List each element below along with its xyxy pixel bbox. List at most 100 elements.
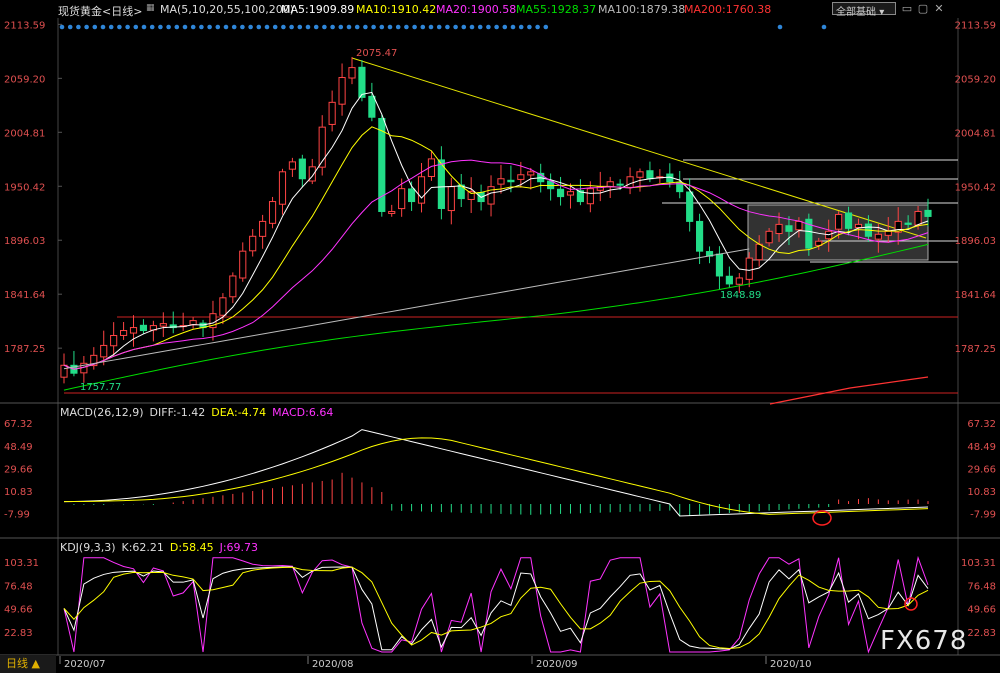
event-dot bbox=[387, 24, 393, 30]
candle bbox=[60, 364, 68, 378]
event-dot bbox=[518, 24, 524, 30]
kdj-header: KDJ(9,3,3) K:62.21 D:58.45 J:69.73 bbox=[60, 541, 259, 554]
instrument-title: 现货黄金<日线> bbox=[58, 5, 143, 18]
timeframe-tab[interactable]: 日线 ▲ bbox=[0, 655, 56, 673]
event-dot bbox=[535, 24, 540, 30]
candle bbox=[239, 250, 247, 279]
indicator-dropdown[interactable]: 全部基础 ▾ bbox=[832, 2, 896, 18]
event-dot bbox=[100, 24, 106, 30]
ma20-value: MA20:1900.58 bbox=[436, 3, 517, 16]
event-dot bbox=[215, 24, 221, 30]
candle bbox=[904, 222, 912, 225]
kdj-tick-left: 22.83 bbox=[4, 628, 33, 639]
event-dot bbox=[67, 24, 73, 30]
date-label: 2020/09 bbox=[536, 659, 578, 670]
event-dot bbox=[420, 24, 426, 30]
event-dot bbox=[174, 24, 180, 30]
event-dot bbox=[346, 24, 352, 30]
event-dot bbox=[777, 24, 783, 30]
event-dot bbox=[182, 24, 188, 30]
candle bbox=[755, 243, 763, 261]
event-dot bbox=[354, 24, 360, 30]
candle bbox=[745, 257, 753, 280]
minimize-icon[interactable]: ▭ bbox=[900, 2, 914, 15]
event-dot bbox=[322, 24, 327, 30]
chart-canvas: 2113.59 2113.59 2059.20 2059.20 2004.81 2004.… bbox=[0, 18, 1000, 670]
event-dot bbox=[477, 24, 483, 30]
kdj-tick-left: 76.48 bbox=[4, 581, 33, 592]
trendline-yellow bbox=[351, 57, 927, 239]
maximize-icon[interactable]: ▢ bbox=[916, 2, 930, 15]
price-tick-left: 1896.03 bbox=[4, 236, 45, 247]
ma200-line bbox=[769, 376, 929, 405]
macd-tick-right: 29.66 bbox=[967, 464, 996, 475]
candle bbox=[715, 253, 724, 277]
event-dot bbox=[133, 24, 139, 30]
candle bbox=[636, 171, 644, 178]
candle bbox=[874, 233, 882, 240]
kdj-tick-right: 22.83 bbox=[967, 628, 996, 639]
event-dot bbox=[510, 24, 516, 30]
candle bbox=[795, 220, 803, 231]
candle bbox=[388, 210, 396, 214]
kdj-tick-left: 103.31 bbox=[4, 558, 39, 569]
price-tick-right: 1787.25 bbox=[955, 344, 996, 355]
ma200-value: MA200:1760.38 bbox=[684, 3, 772, 16]
candle bbox=[775, 223, 783, 235]
candle bbox=[338, 77, 346, 105]
event-dot bbox=[445, 24, 450, 30]
event-dot bbox=[527, 24, 532, 30]
macd-diff: DIFF:-1.42 bbox=[149, 406, 206, 419]
event-dot bbox=[486, 24, 491, 30]
price-tick-right: 1896.03 bbox=[955, 236, 996, 247]
macd-tick-left: 48.49 bbox=[4, 442, 33, 453]
price-tick-left: 1950.42 bbox=[4, 182, 45, 193]
macd-value: MACD:6.64 bbox=[272, 406, 334, 419]
event-dot bbox=[412, 24, 417, 30]
event-dot bbox=[256, 24, 262, 30]
event-dot bbox=[240, 24, 245, 30]
event-dot bbox=[248, 24, 253, 30]
event-dot bbox=[92, 24, 98, 30]
macd-tick-left: -7.99 bbox=[4, 510, 30, 521]
candle bbox=[447, 186, 455, 212]
event-dot bbox=[158, 24, 163, 30]
candle bbox=[844, 212, 853, 229]
macd-tick-left: 67.32 bbox=[4, 419, 33, 430]
event-dot bbox=[149, 24, 155, 30]
candle bbox=[686, 191, 694, 222]
kdj-j: J:69.73 bbox=[219, 541, 259, 554]
event-dot bbox=[371, 24, 376, 30]
candle bbox=[735, 277, 743, 285]
candle bbox=[229, 275, 237, 298]
kdj-j-line bbox=[63, 555, 929, 654]
candle bbox=[110, 335, 118, 347]
close-icon[interactable]: ✕ bbox=[932, 2, 946, 15]
event-dot bbox=[199, 24, 204, 30]
candle bbox=[358, 66, 366, 98]
price-tick-right: 2059.20 bbox=[955, 74, 996, 85]
event-dot bbox=[166, 24, 171, 30]
macd-cross-marker bbox=[812, 510, 832, 526]
macd-tick-right: 10.83 bbox=[967, 487, 996, 498]
kdj-k: K:62.21 bbox=[121, 541, 164, 554]
event-dot bbox=[223, 24, 229, 30]
event-dot bbox=[821, 24, 827, 30]
ma-toggle-icon[interactable]: ▦ bbox=[146, 3, 155, 13]
event-dot bbox=[494, 24, 499, 30]
kdj-tick-right: 103.31 bbox=[961, 558, 996, 569]
macd-tick-right: -7.99 bbox=[970, 510, 996, 521]
macd-tick-right: 67.32 bbox=[967, 419, 996, 430]
kdj-d: D:58.45 bbox=[169, 541, 214, 554]
event-dot bbox=[281, 24, 286, 30]
candle bbox=[517, 174, 525, 180]
candle bbox=[259, 220, 267, 237]
candle bbox=[854, 223, 863, 229]
candle bbox=[566, 191, 575, 196]
candle bbox=[725, 275, 733, 285]
event-dot bbox=[117, 24, 122, 30]
event-dot bbox=[272, 24, 278, 30]
ma55-value: MA55:1928.37 bbox=[516, 3, 597, 16]
candle bbox=[219, 297, 227, 316]
event-dot bbox=[543, 24, 549, 30]
